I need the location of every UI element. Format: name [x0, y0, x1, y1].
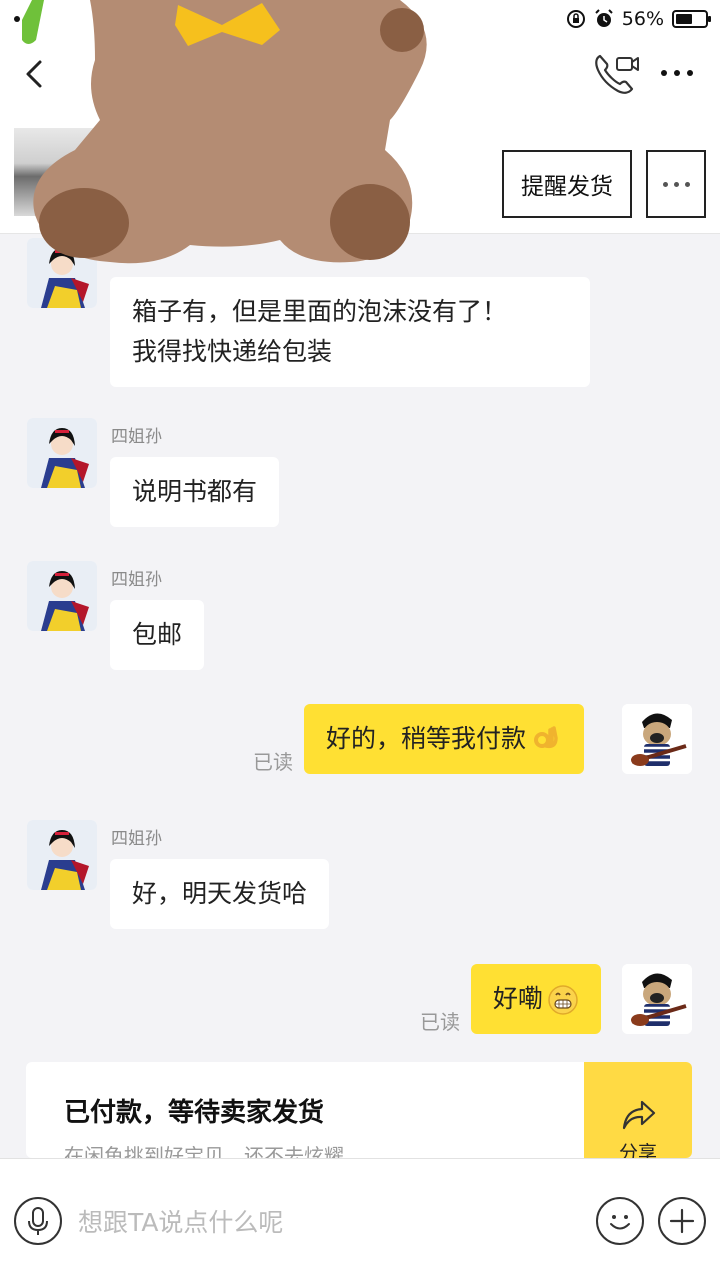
message-bubble: 箱子有，但是里面的泡沫没有了！ 我得找快递给包装: [110, 277, 590, 387]
message-bubble: 好的，稍等我付款: [304, 704, 585, 774]
plus-button[interactable]: [658, 1197, 706, 1245]
smiley-icon: [610, 1215, 630, 1230]
seller-avatar[interactable]: [27, 238, 97, 308]
message-text: 我得找快递给包装: [132, 337, 333, 366]
alarm-icon: [595, 9, 613, 27]
dog-guitar-avatar-icon: [622, 704, 692, 774]
microphone-icon: [28, 1207, 48, 1235]
my-avatar[interactable]: [622, 704, 692, 774]
chevron-left-icon[interactable]: [16, 54, 56, 94]
princess-avatar-icon: [27, 561, 97, 631]
share-icon: [622, 1100, 656, 1130]
status-dot: [14, 16, 20, 22]
battery-icon: [672, 10, 711, 28]
item-strip: 提醒发货: [0, 118, 720, 234]
message-bubble: 包邮: [110, 600, 205, 670]
message-text: 好，明天发货哈: [132, 879, 308, 908]
dot: [673, 181, 679, 187]
dot: [674, 70, 680, 76]
voice-button[interactable]: [14, 1197, 62, 1245]
message-input[interactable]: 想跟TA说点什么呢: [78, 1203, 283, 1239]
princess-avatar-icon: [27, 418, 97, 488]
status-icons: 56%: [566, 6, 711, 32]
plus-icon: [669, 1208, 695, 1234]
princess-avatar-icon: [27, 820, 97, 890]
dot: [662, 181, 668, 187]
emoji-button[interactable]: [596, 1197, 644, 1245]
item-thumbnail[interactable]: [14, 128, 106, 216]
share-button[interactable]: 分享: [584, 1062, 692, 1158]
dot: [661, 70, 667, 76]
grin-emoji-icon: [548, 985, 578, 1015]
seller-avatar[interactable]: [27, 561, 97, 631]
dog-guitar-avatar-icon: [622, 964, 692, 1034]
sender-name: 四姐孙: [111, 570, 162, 590]
message-text: 说明书都有: [132, 477, 258, 506]
input-bar: 想跟TA说点什么呢: [0, 1158, 720, 1280]
nav-bar: [0, 36, 720, 118]
read-receipt: 已读: [253, 750, 293, 774]
message-bubble: 好嘞: [471, 964, 602, 1034]
read-receipt: 已读: [420, 1010, 460, 1034]
ok-hand-emoji-icon: [534, 726, 558, 749]
dot: [684, 181, 690, 187]
item-more-button[interactable]: [646, 150, 706, 218]
sender-name: 四姐孙: [111, 427, 162, 447]
status-bar: 56%: [0, 0, 720, 36]
princess-avatar-icon: [27, 238, 97, 308]
order-status-title: 已付款，等待卖家发货: [64, 1098, 325, 1128]
message-bubble: 说明书都有: [110, 457, 280, 527]
remind-ship-button[interactable]: 提醒发货: [502, 150, 632, 218]
battery-percent: 56%: [621, 8, 664, 30]
rotation-lock-icon: [566, 10, 585, 28]
dot: [687, 70, 693, 76]
sender-name: 四姐孙: [111, 829, 162, 849]
message-bubble: 好，明天发货哈: [110, 859, 330, 929]
share-label: 分享: [618, 1142, 657, 1158]
seller-avatar[interactable]: [27, 418, 97, 488]
message-text: 好的，稍等我付款: [326, 724, 527, 753]
order-status-card[interactable]: 已付款，等待卖家发货 在闲鱼挑到好宝贝，还不去炫耀 分享: [26, 1062, 692, 1158]
more-button[interactable]: [652, 58, 702, 88]
seller-avatar[interactable]: [27, 820, 97, 890]
message-text: 箱子有，但是里面的泡沫没有了！: [132, 297, 508, 326]
order-status-subtitle: 在闲鱼挑到好宝贝，还不去炫耀: [64, 1144, 344, 1158]
message-text: 好嘞: [493, 984, 544, 1013]
my-avatar[interactable]: [622, 964, 692, 1034]
battery-fill: [676, 14, 692, 24]
phone-video-icon[interactable]: [590, 50, 642, 100]
message-text: 包邮: [132, 620, 183, 649]
